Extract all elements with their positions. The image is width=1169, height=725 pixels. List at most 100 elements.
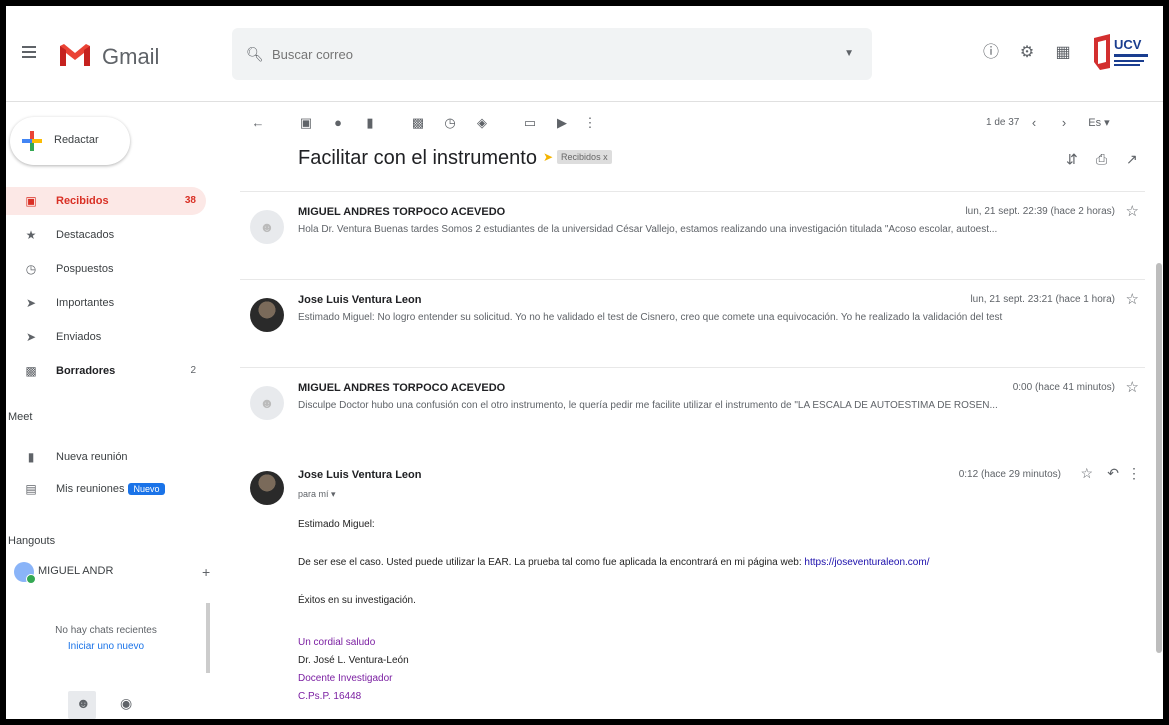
clock-icon: ◷ bbox=[25, 262, 37, 276]
apps-grid-icon[interactable]: ▦ bbox=[1054, 44, 1072, 62]
draft-icon: ▩ bbox=[25, 364, 37, 378]
message-collapsed[interactable]: ☻ MIGUEL ANDRES TORPOCO ACEVEDO 0:00 (ha… bbox=[240, 367, 1145, 447]
inbox-icon: ▣ bbox=[25, 194, 37, 208]
compose-label: Redactar bbox=[54, 134, 99, 146]
sidebar-item-snoozed[interactable]: ◷ Pospuestos bbox=[6, 255, 206, 283]
calendar-icon: ▤ bbox=[25, 482, 37, 496]
next-icon[interactable]: › bbox=[1056, 115, 1072, 131]
star-icon: ★ bbox=[25, 228, 37, 242]
move-to-icon[interactable]: ▭ bbox=[522, 115, 538, 131]
drafts-count: 2 bbox=[190, 365, 196, 376]
inbox-label-chip[interactable]: Recibidos x bbox=[557, 150, 612, 164]
report-spam-icon[interactable]: ● bbox=[330, 115, 346, 131]
star-icon[interactable]: ☆ bbox=[1126, 378, 1139, 396]
recipient-toggle[interactable]: para mí ▾ bbox=[298, 489, 336, 500]
message-snippet: Disculpe Doctor hubo una confusión con e… bbox=[298, 400, 998, 411]
main-scrollbar[interactable] bbox=[1155, 243, 1163, 663]
message-time: lun, 21 sept. 23:21 (hace 1 hora) bbox=[970, 294, 1115, 305]
reply-icon[interactable]: ↶ bbox=[1107, 465, 1119, 482]
sidebar-item-starred[interactable]: ★ Destacados bbox=[6, 221, 206, 249]
gmail-window: Gmail 🔍︎ ▼ ⓘ ⚙ ▦ UCV Redactar bbox=[6, 6, 1163, 719]
open-new-window-icon[interactable]: ↗ bbox=[1126, 151, 1138, 168]
delete-icon[interactable]: ▮ bbox=[362, 115, 378, 131]
signature-line: Docente Investigador bbox=[298, 673, 393, 684]
expand-all-icon[interactable]: ⇵ bbox=[1066, 151, 1078, 168]
message-sender: Jose Luis Ventura Leon bbox=[298, 469, 422, 481]
sidebar: Redactar ▣ Recibidos 38 ★ Destacados ◷ P… bbox=[6, 103, 220, 719]
sidebar-scrollbar[interactable] bbox=[206, 603, 210, 673]
meet-my-meetings[interactable]: ▤ Mis reuniones Nuevo bbox=[6, 475, 206, 503]
compose-plus-icon bbox=[22, 131, 42, 151]
hangouts-section-title: Hangouts bbox=[8, 535, 56, 547]
help-icon[interactable]: ⓘ bbox=[982, 44, 1000, 62]
sidebar-item-sent[interactable]: ➤ Enviados bbox=[6, 323, 206, 351]
search-input[interactable] bbox=[272, 42, 832, 66]
more-options-icon[interactable]: ⋮ bbox=[1127, 465, 1141, 482]
sidebar-item-label: Borradores bbox=[56, 365, 116, 377]
gmail-logo-icon[interactable] bbox=[58, 42, 92, 68]
message-time: 0:12 (hace 29 minutos) bbox=[958, 469, 1061, 480]
previous-icon[interactable]: ‹ bbox=[1026, 115, 1042, 131]
signature-line: C.Ps.P. 16448 bbox=[298, 691, 362, 702]
snooze-icon[interactable]: ◷ bbox=[442, 115, 458, 131]
message-snippet: Estimado Miguel: No logro entender su so… bbox=[298, 312, 1003, 323]
meet-new-meeting[interactable]: ▮ Nueva reunión bbox=[6, 443, 206, 471]
location-pin-icon[interactable]: ◉ bbox=[120, 695, 132, 712]
sidebar-item-important[interactable]: ➤ Importantes bbox=[6, 289, 206, 317]
message-collapsed[interactable]: ☻ MIGUEL ANDRES TORPOCO ACEVEDO lun, 21 … bbox=[240, 191, 1145, 271]
meet-item-label: Nueva reunión bbox=[56, 451, 128, 463]
label-icon[interactable]: ▶ bbox=[554, 115, 570, 131]
avatar bbox=[250, 471, 284, 505]
hangouts-footer: ☻ ◉ bbox=[68, 691, 148, 719]
language-selector[interactable]: Es ▾ bbox=[1084, 115, 1114, 131]
person-icon[interactable]: ☻ bbox=[76, 695, 91, 711]
hangout-user-name: MIGUEL ANDR bbox=[38, 565, 114, 577]
compose-button[interactable]: Redactar bbox=[10, 117, 130, 165]
star-icon[interactable]: ☆ bbox=[1126, 290, 1139, 308]
mark-unread-icon[interactable]: ▩ bbox=[410, 115, 426, 131]
message-collapsed[interactable]: Jose Luis Ventura Leon lun, 21 sept. 23:… bbox=[240, 279, 1145, 359]
ucv-account-logo[interactable]: UCV bbox=[1090, 32, 1152, 72]
sidebar-item-label: Enviados bbox=[56, 331, 102, 343]
settings-gear-icon[interactable]: ⚙ bbox=[1018, 44, 1036, 62]
message-body: Éxitos en su investigación. bbox=[298, 595, 416, 606]
svg-text:UCV: UCV bbox=[1114, 37, 1142, 52]
important-icon: ➤ bbox=[25, 296, 37, 310]
website-link[interactable]: https://joseventuraleon.com/ bbox=[804, 557, 929, 568]
more-options-icon[interactable]: ⋮ bbox=[582, 115, 598, 131]
message-open: Jose Luis Ventura Leon para mí ▾ 0:12 (h… bbox=[240, 455, 1145, 719]
sidebar-item-label: Destacados bbox=[56, 229, 115, 241]
meet-item-label: Mis reuniones Nuevo bbox=[56, 483, 165, 495]
main-menu-icon[interactable] bbox=[22, 46, 36, 58]
archive-icon[interactable]: ▣ bbox=[298, 115, 314, 131]
search-icon[interactable]: 🔍︎ bbox=[246, 46, 264, 63]
star-icon[interactable]: ☆ bbox=[1126, 202, 1139, 220]
message-snippet: Hola Dr. Ventura Buenas tardes Somos 2 e… bbox=[298, 224, 998, 235]
sidebar-item-label: Pospuestos bbox=[56, 263, 114, 275]
search-options-icon[interactable]: ▼ bbox=[844, 48, 854, 59]
signature-line: Dr. José L. Ventura-León bbox=[298, 655, 409, 666]
search-bar[interactable]: 🔍︎ ▼ bbox=[232, 28, 872, 80]
hangout-user[interactable]: MIGUEL ANDR + bbox=[10, 558, 210, 586]
add-chat-icon[interactable]: + bbox=[202, 564, 210, 580]
avatar bbox=[14, 562, 36, 584]
add-task-icon[interactable]: ◈ bbox=[474, 115, 490, 131]
message-time: lun, 21 sept. 22:39 (hace 2 horas) bbox=[965, 206, 1115, 217]
sidebar-item-label: Importantes bbox=[56, 297, 115, 309]
message-sender: MIGUEL ANDRES TORPOCO ACEVEDO bbox=[298, 206, 506, 218]
scrollbar-thumb[interactable] bbox=[1156, 263, 1162, 653]
avatar: ☻ bbox=[250, 210, 284, 244]
inbox-count: 38 bbox=[184, 195, 196, 206]
app-name: Gmail bbox=[102, 44, 160, 69]
thread-subject: Facilitar con el instrumento ➤ Recibidos x bbox=[298, 147, 612, 170]
sidebar-item-drafts[interactable]: ▩ Borradores 2 bbox=[6, 357, 206, 385]
start-new-chat-link[interactable]: Iniciar uno nuevo bbox=[6, 639, 206, 655]
print-icon[interactable]: ⎙ bbox=[1096, 151, 1107, 168]
sidebar-item-inbox[interactable]: ▣ Recibidos 38 bbox=[6, 187, 206, 215]
back-arrow-icon[interactable]: ← bbox=[250, 115, 266, 131]
signature-line: Un cordial saludo bbox=[298, 637, 376, 648]
pager-count: 1 de 37 bbox=[986, 117, 1020, 128]
avatar: ☻ bbox=[250, 386, 284, 420]
star-icon[interactable]: ☆ bbox=[1080, 465, 1093, 482]
important-marker-icon[interactable]: ➤ bbox=[543, 150, 553, 164]
